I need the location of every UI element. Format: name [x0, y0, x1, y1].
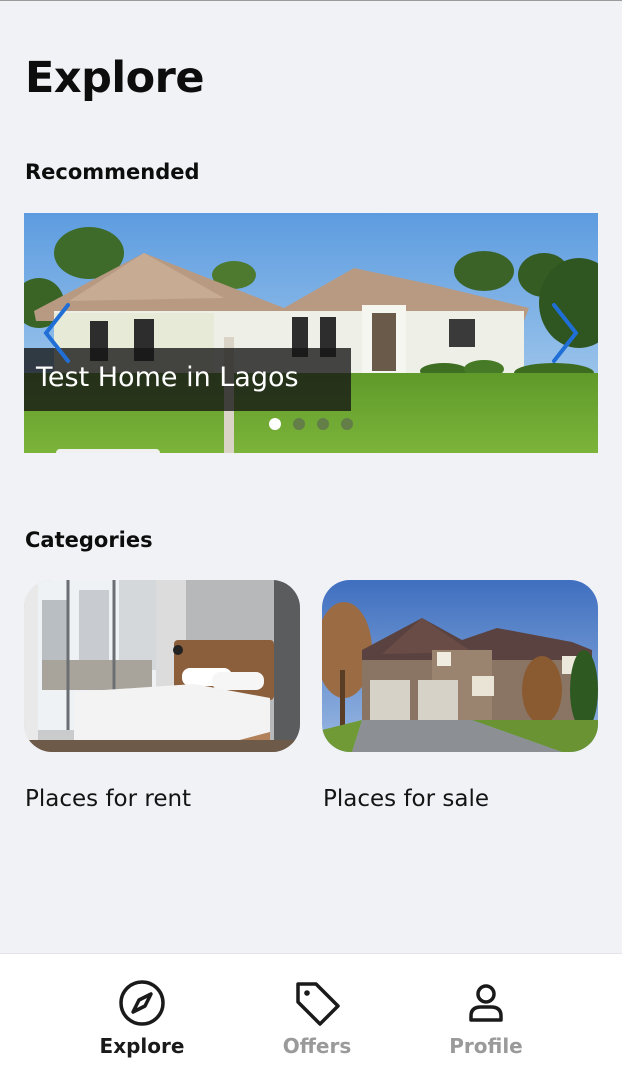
category-label-rent[interactable]: Places for rent — [25, 786, 191, 812]
home-photo — [24, 213, 598, 453]
category-card-sale[interactable] — [322, 580, 598, 752]
nav-item-profile[interactable]: Profile — [396, 954, 576, 1080]
category-label-sale[interactable]: Places for sale — [323, 786, 489, 812]
categories-heading: Categories — [25, 528, 153, 552]
house-photo — [322, 580, 598, 752]
slide-caption[interactable]: Test Home in Lagos — [24, 348, 351, 411]
recommended-carousel[interactable]: Test Home in Lagos — [24, 213, 598, 453]
bottom-navigation: Explore Offers Profile — [0, 953, 622, 1080]
carousel-dot[interactable] — [293, 418, 305, 430]
recommended-heading: Recommended — [25, 160, 200, 184]
category-card-rent[interactable] — [24, 580, 300, 752]
carousel-dot[interactable] — [341, 418, 353, 430]
nav-label-profile: Profile — [449, 1034, 523, 1058]
carousel-indicators — [269, 418, 353, 430]
chevron-left-icon[interactable] — [42, 301, 72, 365]
user-icon — [469, 984, 503, 1022]
nav-label-offers: Offers — [282, 1034, 352, 1058]
nav-item-offers[interactable]: Offers — [227, 954, 407, 1080]
carousel-dot[interactable] — [317, 418, 329, 430]
tag-icon — [296, 982, 340, 1026]
bedroom-photo — [24, 580, 300, 752]
nav-label-explore: Explore — [99, 1034, 185, 1058]
compass-icon — [119, 980, 165, 1026]
explore-screen: Explore Recommended Test Home in Lagos C… — [0, 0, 622, 1080]
nav-item-explore[interactable]: Explore — [52, 954, 232, 1080]
carousel-dot[interactable] — [269, 418, 281, 430]
chevron-right-icon[interactable] — [550, 301, 580, 365]
page-title: Explore — [25, 53, 205, 103]
